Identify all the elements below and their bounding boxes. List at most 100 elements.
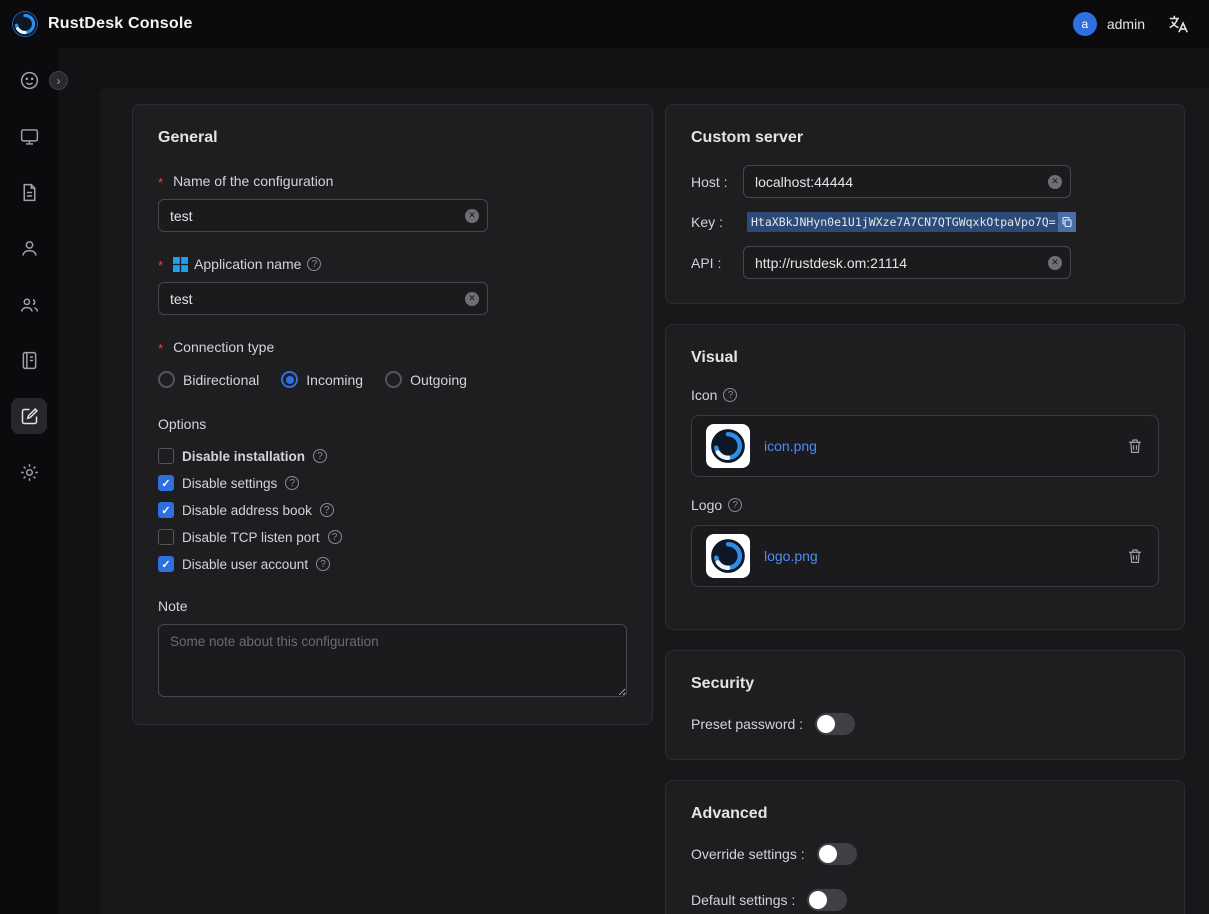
help-icon[interactable]	[723, 388, 737, 402]
radio-incoming[interactable]: Incoming	[281, 371, 363, 388]
note-textarea[interactable]	[158, 624, 627, 697]
custom-server-card: Custom server Host : Key : HtaXBkJNH	[665, 104, 1185, 304]
radio-label: Outgoing	[410, 372, 467, 388]
rustdesk-icon-image	[710, 428, 746, 464]
option-disable-tcp-listen-port[interactable]: Disable TCP listen port	[158, 529, 627, 545]
connection-type-group: Bidirectional Incoming Outgoing	[158, 371, 627, 388]
option-label: Disable user account	[182, 557, 308, 572]
checkbox-checked-icon	[158, 556, 174, 572]
windows-logo-icon	[173, 257, 188, 272]
radio-label: Incoming	[306, 372, 363, 388]
logo-file-link[interactable]: logo.png	[764, 548, 1112, 564]
security-card: Security Preset password :	[665, 650, 1185, 760]
radio-icon	[158, 371, 175, 388]
connection-type-label: Connection type	[158, 339, 627, 355]
sidebar-expand-button[interactable]: ›	[49, 71, 68, 90]
help-icon[interactable]	[307, 257, 321, 271]
help-icon[interactable]	[328, 530, 342, 544]
security-title: Security	[691, 675, 1159, 693]
content-panel: General Name of the configuration	[100, 88, 1209, 914]
host-field	[743, 165, 1071, 198]
default-settings-label: Default settings :	[691, 892, 795, 908]
key-label: Key :	[691, 214, 743, 230]
option-disable-address-book[interactable]: Disable address book	[158, 502, 627, 518]
avatar: a	[1073, 12, 1097, 36]
preset-password-label: Preset password :	[691, 716, 803, 732]
clear-icon[interactable]	[1048, 175, 1062, 189]
clear-icon[interactable]	[1048, 256, 1062, 270]
sidebar	[0, 48, 58, 914]
logo-label-text: Logo	[691, 497, 722, 513]
general-title: General	[158, 129, 627, 147]
sidebar-item-documents[interactable]	[11, 174, 47, 210]
logo-file-box: logo.png	[691, 525, 1159, 587]
radio-bidirectional[interactable]: Bidirectional	[158, 371, 259, 388]
sidebar-item-custom-client[interactable]	[11, 398, 47, 434]
checkbox-checked-icon	[158, 502, 174, 518]
host-row: Host :	[691, 165, 1159, 198]
app-title: RustDesk Console	[48, 15, 193, 33]
sidebar-item-dashboard[interactable]	[11, 62, 47, 98]
icon-file-box: icon.png	[691, 415, 1159, 477]
user-menu[interactable]: a admin	[1073, 12, 1145, 36]
document-icon	[19, 182, 40, 203]
radio-label: Bidirectional	[183, 372, 259, 388]
checkbox-checked-icon	[158, 475, 174, 491]
app-shell: › General Name of the configuration	[0, 48, 1209, 914]
help-icon[interactable]	[285, 476, 299, 490]
option-label: Disable settings	[182, 476, 277, 491]
options-label-text: Options	[158, 416, 206, 432]
note-label-text: Note	[158, 598, 188, 614]
option-label: Disable TCP listen port	[182, 530, 320, 545]
edit-config-icon	[19, 406, 40, 427]
advanced-title: Advanced	[691, 805, 1159, 823]
api-label: API :	[691, 255, 743, 271]
smiley-icon	[19, 70, 40, 91]
visual-card: Visual Icon	[665, 324, 1185, 630]
help-icon[interactable]	[728, 498, 742, 512]
radio-outgoing[interactable]: Outgoing	[385, 371, 467, 388]
api-row: API :	[691, 246, 1159, 279]
icon-file-link[interactable]: icon.png	[764, 438, 1112, 454]
note-label: Note	[158, 598, 627, 614]
preset-password-row: Preset password :	[691, 713, 1159, 735]
override-settings-toggle[interactable]	[817, 843, 857, 865]
key-value[interactable]: HtaXBkJNHyn0e1U1jWXze7A7CN7QTGWqxkOtpaVp…	[747, 212, 1058, 232]
icon-label: Icon	[691, 387, 1159, 403]
general-card: General Name of the configuration	[132, 104, 653, 725]
sidebar-item-audit-log[interactable]	[11, 342, 47, 378]
icon-preview	[706, 424, 750, 468]
sidebar-item-settings[interactable]	[11, 454, 47, 490]
key-row: Key : HtaXBkJNHyn0e1U1jWXze7A7CN7QTGWqxk…	[691, 212, 1159, 232]
delete-icon[interactable]	[1126, 437, 1144, 455]
clear-icon[interactable]	[465, 209, 479, 223]
custom-server-title: Custom server	[691, 129, 1159, 147]
option-disable-user-account[interactable]: Disable user account	[158, 556, 627, 572]
preset-password-toggle[interactable]	[815, 713, 855, 735]
options-label: Options	[158, 416, 627, 432]
app-name-input[interactable]	[158, 282, 488, 315]
option-disable-installation[interactable]: Disable installation	[158, 448, 627, 464]
help-icon[interactable]	[320, 503, 334, 517]
copy-icon[interactable]	[1058, 212, 1076, 232]
app-name-field	[158, 282, 488, 315]
sidebar-item-users[interactable]	[11, 230, 47, 266]
config-name-input[interactable]	[158, 199, 488, 232]
host-input[interactable]	[743, 165, 1071, 198]
top-bar: RustDesk Console a admin	[0, 0, 1209, 48]
delete-icon[interactable]	[1126, 547, 1144, 565]
advanced-card: Advanced Override settings : Default set…	[665, 780, 1185, 914]
language-icon[interactable]	[1167, 13, 1189, 35]
sidebar-item-groups[interactable]	[11, 286, 47, 322]
clear-icon[interactable]	[465, 292, 479, 306]
note-field	[158, 614, 627, 700]
sidebar-item-devices[interactable]	[11, 118, 47, 154]
config-name-field	[158, 199, 488, 232]
api-input[interactable]	[743, 246, 1071, 279]
option-disable-settings[interactable]: Disable settings	[158, 475, 627, 491]
default-settings-toggle[interactable]	[807, 889, 847, 911]
topbar-right: a admin	[1073, 12, 1189, 36]
help-icon[interactable]	[316, 557, 330, 571]
option-label: Disable address book	[182, 503, 312, 518]
help-icon[interactable]	[313, 449, 327, 463]
